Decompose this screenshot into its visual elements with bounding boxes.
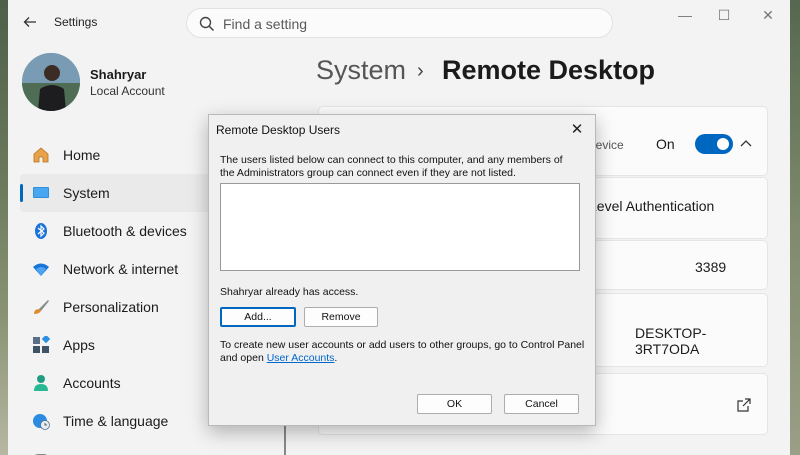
scroll-divider xyxy=(284,425,286,455)
ok-button[interactable]: OK xyxy=(417,394,492,414)
desktop-wallpaper-right xyxy=(790,0,800,455)
breadcrumb-system[interactable]: System xyxy=(316,55,406,86)
title-bar: Settings — ☐ ✕ xyxy=(8,0,790,44)
sidebar-item-time-language[interactable]: Time & language xyxy=(20,402,230,440)
sidebar-item-accounts[interactable]: Accounts xyxy=(20,364,230,402)
sidebar-item-network[interactable]: Network & internet xyxy=(20,250,230,288)
footer-end: . xyxy=(334,352,338,364)
apps-icon xyxy=(33,336,50,353)
remove-user-button[interactable]: Remove xyxy=(304,307,378,327)
access-note: Shahryar already has access. xyxy=(220,286,359,298)
user-name: Shahryar xyxy=(90,67,147,82)
person-icon xyxy=(34,375,48,391)
sidebar-item-label: Home xyxy=(63,147,101,163)
footer-note: To create new user accounts or add users… xyxy=(220,339,586,365)
app-title: Settings xyxy=(54,15,98,29)
minimize-button[interactable]: — xyxy=(670,4,700,26)
settings-window: Settings — ☐ ✕ Shahryar Local Account Ho… xyxy=(8,0,790,455)
avatar-photo xyxy=(22,53,80,111)
back-button[interactable] xyxy=(18,10,42,34)
sidebar-item-home[interactable]: Home xyxy=(20,136,230,174)
dialog-description: The users listed below can connect to th… xyxy=(220,154,563,179)
search-box[interactable] xyxy=(186,8,613,38)
sidebar-item-system[interactable]: System xyxy=(20,174,230,212)
sidebar-item-label: Apps xyxy=(63,337,95,353)
toggle-state-label: On xyxy=(656,136,675,152)
remote-desktop-toggle[interactable] xyxy=(695,134,733,154)
sidebar-item-label: Personalization xyxy=(63,299,159,315)
sidebar-item-label: Time & language xyxy=(63,413,169,429)
sidebar-nav: Home System Bluetooth & devices Network … xyxy=(20,136,230,455)
breadcrumb-separator: › xyxy=(417,60,424,82)
remote-desktop-users-dialog: Remote Desktop Users ✕ The users listed … xyxy=(208,114,596,426)
search-icon xyxy=(199,16,215,32)
search-input[interactable] xyxy=(223,13,593,35)
dialog-close-button[interactable]: ✕ xyxy=(565,119,589,141)
brush-icon xyxy=(34,300,49,314)
wifi-icon xyxy=(33,263,49,276)
close-icon: ✕ xyxy=(570,121,584,138)
gaming-icon xyxy=(35,454,47,455)
nla-label: Level Authentication xyxy=(589,198,715,214)
toggle-knob xyxy=(717,138,729,150)
sidebar-item-label: System xyxy=(63,185,110,201)
account-type: Local Account xyxy=(90,84,165,98)
bluetooth-icon xyxy=(35,223,47,239)
close-window-button[interactable]: ✕ xyxy=(753,4,783,26)
back-arrow-icon xyxy=(23,17,36,27)
chevron-up-icon[interactable] xyxy=(739,137,753,149)
external-link-icon[interactable] xyxy=(737,398,751,412)
avatar[interactable] xyxy=(22,53,80,111)
maximize-button[interactable]: ☐ xyxy=(709,4,739,26)
pc-name-value: DESKTOP-3RT7ODA xyxy=(635,325,707,357)
sidebar-item-label: Network & internet xyxy=(63,261,179,277)
user-accounts-link[interactable]: User Accounts xyxy=(267,352,335,364)
add-user-button[interactable]: Add... xyxy=(220,307,296,327)
sidebar-item-bluetooth[interactable]: Bluetooth & devices xyxy=(20,212,230,250)
sidebar-item-label: Accounts xyxy=(63,375,121,391)
sidebar-item-partial[interactable] xyxy=(20,440,230,455)
home-icon xyxy=(33,147,49,163)
globe-clock-icon xyxy=(33,414,50,430)
cancel-button[interactable]: Cancel xyxy=(504,394,579,414)
sidebar-item-personalization[interactable]: Personalization xyxy=(20,288,230,326)
users-listbox[interactable] xyxy=(220,183,580,271)
sidebar-item-apps[interactable]: Apps xyxy=(20,326,230,364)
sidebar-item-label: Bluetooth & devices xyxy=(63,223,187,239)
desktop-wallpaper-left xyxy=(0,0,8,455)
port-value: 3389 xyxy=(695,259,727,275)
dialog-title: Remote Desktop Users xyxy=(216,123,341,137)
system-icon xyxy=(33,187,49,198)
page-title: Remote Desktop xyxy=(442,55,656,85)
